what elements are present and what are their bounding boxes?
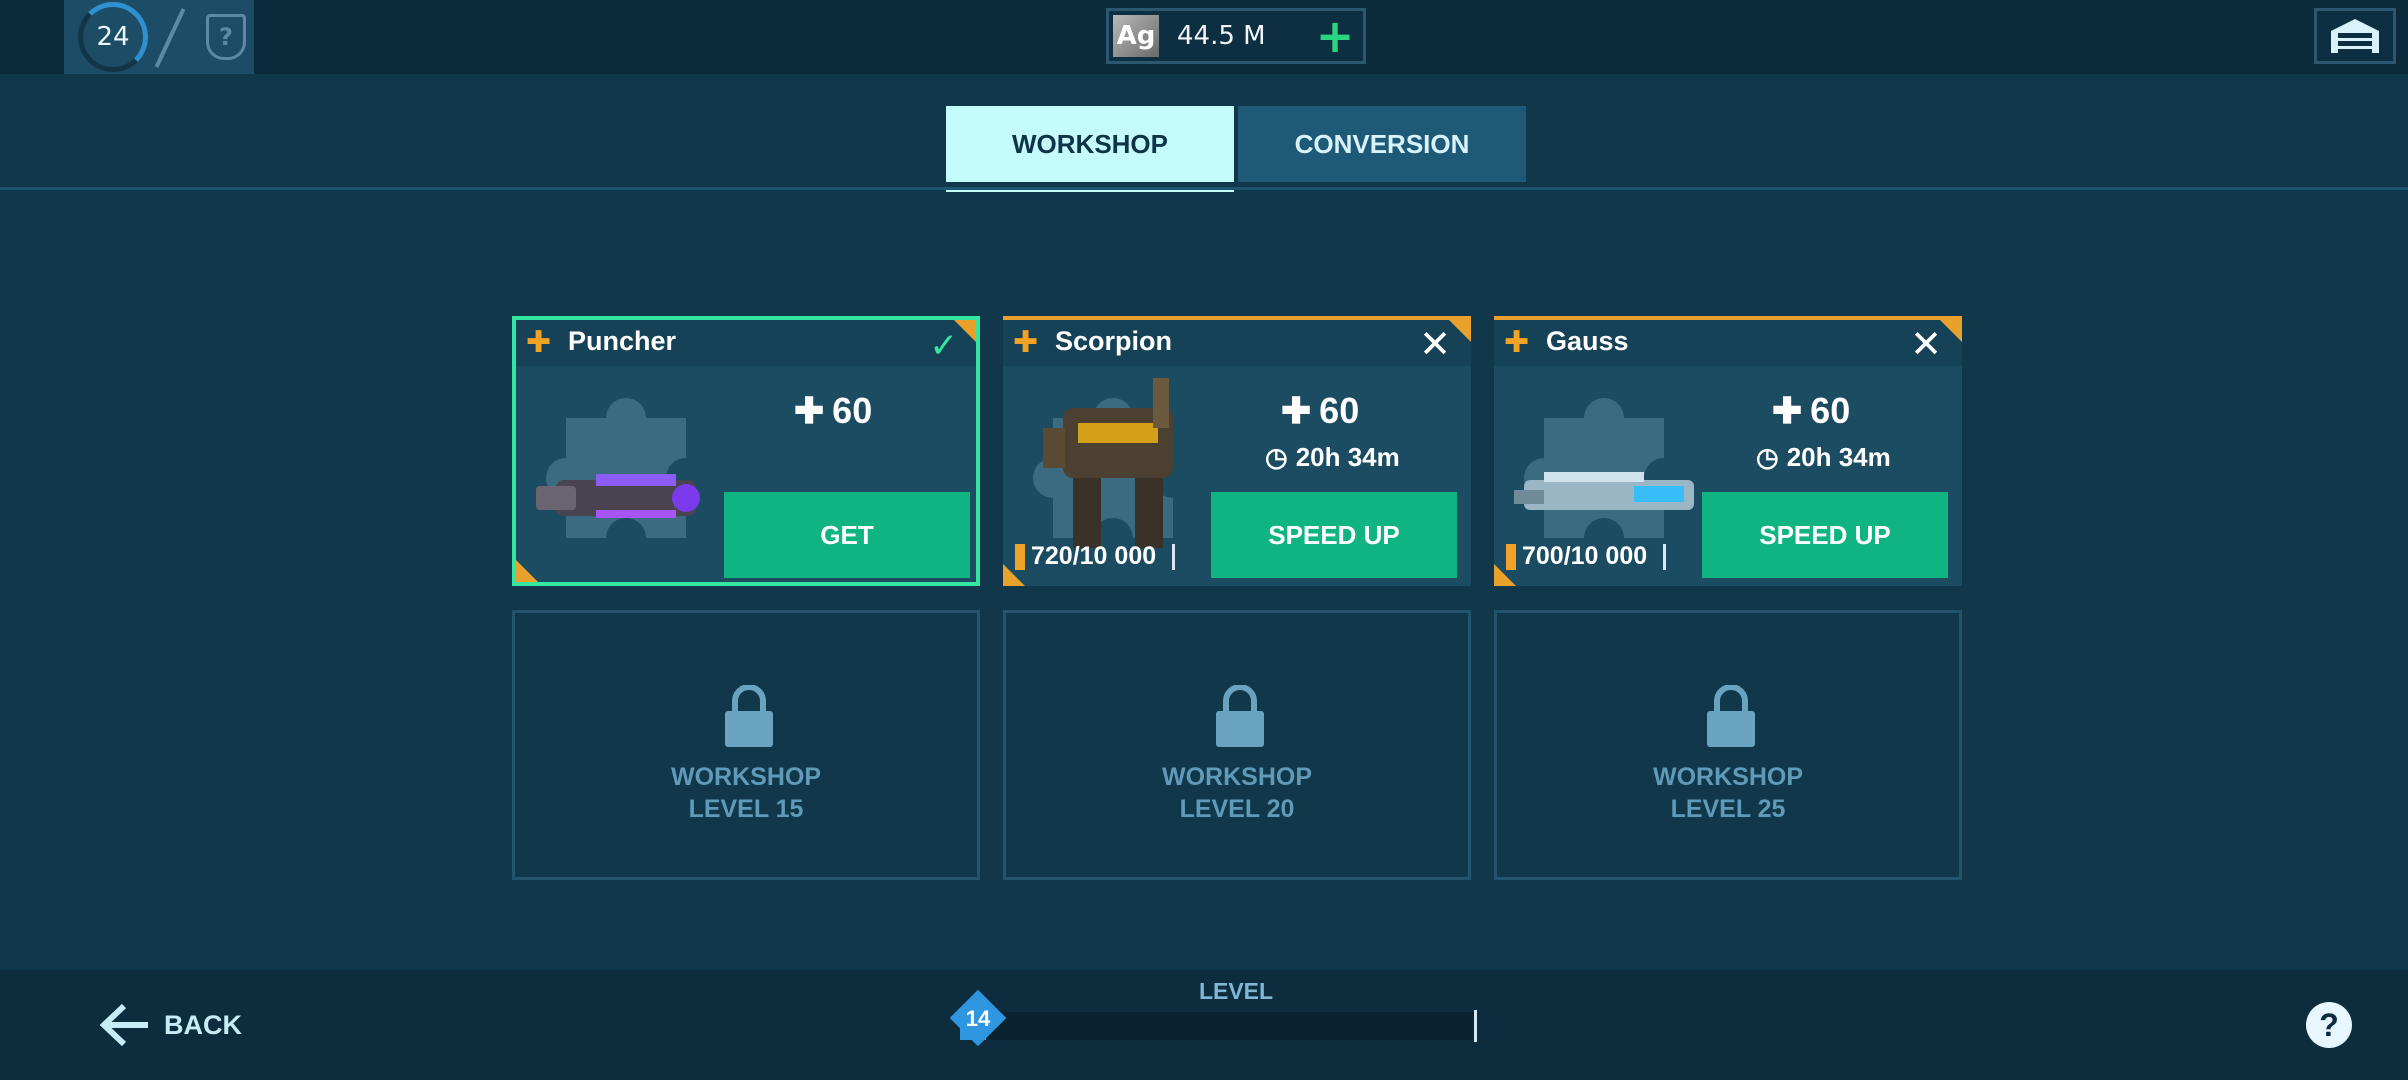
card-timer: ◷ 20h 34m	[1265, 442, 1400, 473]
player-level-ring: 24	[78, 2, 148, 72]
back-label: BACK	[164, 1009, 242, 1040]
corner-accent	[954, 320, 976, 342]
timer-value: 20h 34m	[1786, 442, 1891, 472]
locked-slot-label: WORKSHOP LEVEL 25	[1497, 761, 1959, 825]
puzzle-piece-icon: ✚	[526, 325, 552, 360]
locked-slot-line2: LEVEL 15	[688, 795, 804, 823]
bottom-bar: BACK LEVEL 14 ?	[0, 970, 2408, 1080]
puzzle-piece-icon: ✚	[1772, 390, 1803, 431]
level-title: LEVEL	[1198, 978, 1274, 1004]
lock-icon	[1707, 685, 1755, 747]
top-bar: 24 ? Ag 44.5 M +	[0, 0, 2408, 74]
card-progress: 700/10 000	[1506, 542, 1667, 571]
corner-accent	[516, 560, 538, 582]
silver-amount: 44.5 M	[1177, 21, 1266, 51]
locked-slot-line1: WORKSHOP	[1653, 763, 1803, 791]
corner-accent	[1494, 564, 1516, 586]
back-button[interactable]: BACK	[100, 1000, 242, 1050]
hangar-icon	[2331, 19, 2379, 53]
progress-value: 720/10 000	[1031, 542, 1157, 570]
progress-separator	[1172, 543, 1176, 570]
progress-separator	[1663, 543, 1667, 570]
puncher-weapon-image	[536, 474, 700, 518]
puzzle-piece-icon: ✚	[794, 390, 825, 431]
workshop-card-scorpion[interactable]: ✚ Scorpion ✕ ✚ 60 ◷ 20h 34m 720/10 000 S…	[1003, 316, 1471, 586]
lock-icon	[1216, 685, 1264, 747]
add-silver-button[interactable]: +	[1315, 13, 1355, 59]
puzzle-piece-icon: ✚	[1281, 390, 1312, 431]
league-shield-icon[interactable]: ?	[206, 14, 246, 60]
card-timer: ◷ 20h 34m	[1756, 442, 1891, 473]
cost-value: 60	[1319, 390, 1360, 431]
locked-slot: WORKSHOP LEVEL 20	[1003, 610, 1471, 880]
card-title: Scorpion	[1055, 326, 1173, 356]
workshop-card-gauss[interactable]: ✚ Gauss ✕ ✚ 60 ◷ 20h 34m 700/10 000 SPEE…	[1494, 316, 1962, 586]
progress-value: 700/10 000	[1522, 542, 1648, 570]
locked-slot: WORKSHOP LEVEL 15	[512, 610, 980, 880]
get-button[interactable]: GET	[724, 492, 970, 578]
locked-slot-line1: WORKSHOP	[671, 763, 821, 791]
card-progress: 720/10 000	[1015, 542, 1176, 571]
speed-up-button[interactable]: SPEED UP	[1702, 492, 1948, 578]
corner-accent	[1003, 564, 1025, 586]
cost-value: 60	[832, 390, 873, 431]
locked-slot-line2: LEVEL 25	[1670, 795, 1786, 823]
card-cost: ✚ 60	[1772, 390, 1850, 432]
level-progress-track	[960, 1012, 1476, 1040]
card-cost: ✚ 60	[794, 390, 872, 432]
silver-currency: Ag 44.5 M +	[1106, 8, 1366, 64]
corner-accent	[1940, 320, 1962, 342]
arrow-left-icon	[100, 1003, 148, 1047]
lock-icon	[725, 685, 773, 747]
clock-icon: ◷	[1265, 442, 1288, 472]
tab-conversion[interactable]: CONVERSION	[1238, 106, 1526, 182]
scorpion-robot-image	[1043, 378, 1173, 548]
locked-slot-line1: WORKSHOP	[1162, 763, 1312, 791]
help-button[interactable]: ?	[2306, 1002, 2352, 1048]
silver-ag-icon: Ag	[1113, 15, 1159, 57]
player-profile[interactable]: 24 ?	[64, 0, 254, 74]
tabs-divider	[0, 187, 2408, 190]
puzzle-piece-icon: ✚	[1504, 325, 1530, 360]
card-title: Gauss	[1546, 326, 1629, 356]
locked-slot-label: WORKSHOP LEVEL 20	[1006, 761, 1468, 825]
locked-slot: WORKSHOP LEVEL 25	[1494, 610, 1962, 880]
card-title: Puncher	[568, 326, 677, 356]
close-icon[interactable]: ✕	[1419, 322, 1451, 366]
workshop-card-puncher[interactable]: ✚ Puncher ✓ ✚ 60 GET	[512, 316, 980, 586]
player-level: 24	[96, 22, 130, 52]
divider	[154, 8, 186, 68]
workshop-level-number: 14	[965, 1006, 991, 1031]
card-cost: ✚ 60	[1281, 390, 1359, 432]
puzzle-piece-icon: ✚	[1013, 325, 1039, 360]
locked-slot-line2: LEVEL 20	[1179, 795, 1295, 823]
cost-value: 60	[1810, 390, 1851, 431]
speed-up-button[interactable]: SPEED UP	[1211, 492, 1457, 578]
corner-accent	[1449, 320, 1471, 342]
locked-slot-label: WORKSHOP LEVEL 15	[515, 761, 977, 825]
clock-icon: ◷	[1756, 442, 1779, 472]
tab-workshop[interactable]: WORKSHOP	[946, 106, 1234, 192]
close-icon[interactable]: ✕	[1910, 322, 1942, 366]
garage-button[interactable]	[2314, 8, 2396, 64]
level-progress-end	[1474, 1010, 1477, 1042]
timer-value: 20h 34m	[1295, 442, 1400, 472]
